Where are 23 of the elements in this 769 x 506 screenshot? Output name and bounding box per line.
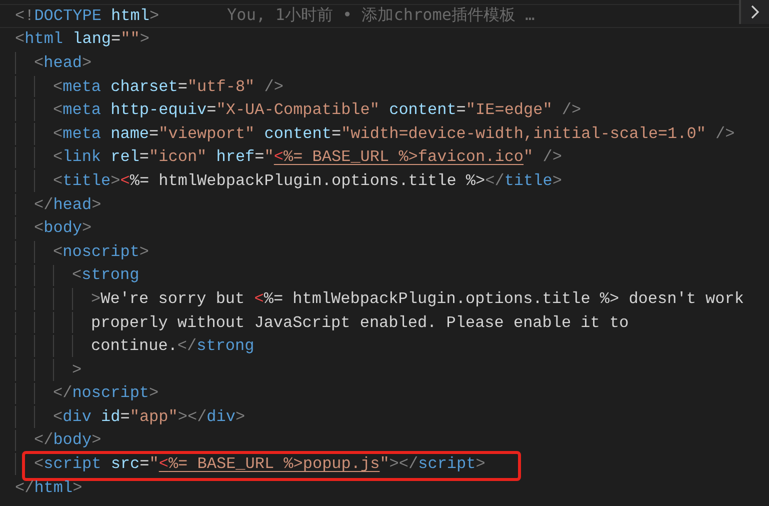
chevron-right-icon [750, 5, 760, 19]
code-line: <head> [34, 54, 92, 72]
code-line: properly without JavaScript enabled. Please enable it to [91, 314, 629, 332]
code-line: <strong [72, 266, 140, 284]
code-line: <meta http-equiv="X-UA-Compatible" content="IE=edge" /> [53, 101, 582, 120]
code-line: </head> [34, 196, 102, 214]
chevron-button[interactable] [739, 0, 769, 24]
code-line: </noscript> [53, 384, 159, 402]
code-line: <meta charset="utf-8" /> [53, 78, 284, 96]
code-line: <html lang=""> [15, 30, 150, 48]
code-line: <link rel="icon" href="<%= BASE_URL %>favicon.ico" /> [53, 148, 562, 166]
code-line: <!DOCTYPE html> [15, 6, 160, 25]
code-line: <title><%= htmlWebpackPlugin.options.title %></title> [53, 172, 562, 190]
code-line: <div id="app"></div> [53, 408, 246, 426]
code-line: > [72, 360, 82, 379]
code-line: <body> [34, 219, 92, 238]
code-line: continue.</strong [91, 337, 254, 356]
code-line: >We're sorry but <%= htmlWebpackPlugin.options.title %> doesn't work [91, 290, 744, 308]
blame-annotation: You, 1小时前 • 添加chrome插件模板 … [227, 5, 535, 26]
code-line: </body> [34, 431, 102, 450]
code-line: <meta name="viewport" content="width=device-width,initial-scale=1.0" /> [53, 124, 735, 143]
code-line: </html> [15, 478, 82, 497]
code-line: <noscript> [53, 242, 150, 261]
